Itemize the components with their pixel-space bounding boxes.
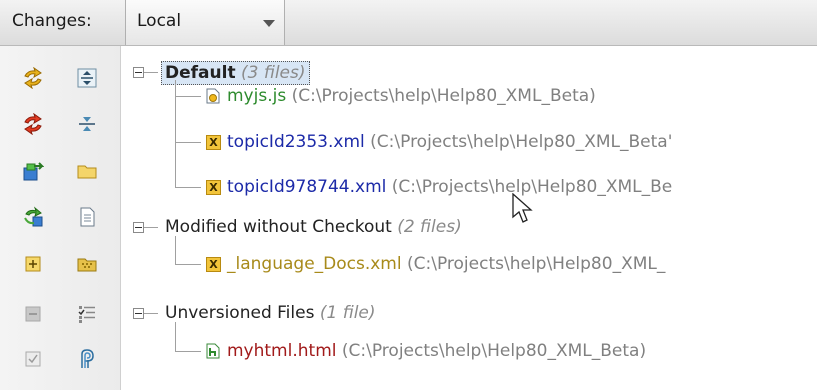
file-name: myhtml.html [227, 341, 337, 361]
file-row[interactable]: topicId978744.xml (C:\Projects\help\Help… [227, 176, 672, 198]
refresh-icon[interactable] [22, 67, 44, 89]
js-file-icon [205, 88, 221, 104]
changelist-unversioned[interactable]: Unversioned Files (1 file) [165, 302, 376, 324]
file-row[interactable]: _language_Docs.xml (C:\Projects\help\Hel… [227, 253, 665, 275]
file-name: myjs.js [227, 86, 287, 106]
mouse-cursor-icon [512, 192, 534, 232]
collapse-toggle-modified[interactable] [133, 222, 144, 233]
file-row[interactable]: myjs.js (C:\Projects\help\Help80_XML_Bet… [227, 85, 596, 107]
file-icon[interactable] [76, 206, 98, 228]
html-file-icon [205, 343, 221, 359]
disabled-icon [22, 303, 44, 325]
expand-icon[interactable] [22, 253, 44, 275]
file-row[interactable]: topicId2353.xml (C:\Projects\help\Help80… [227, 131, 672, 153]
update-icon[interactable] [22, 206, 44, 228]
changes-toolbar [0, 46, 121, 390]
collapse-toggle-unversioned[interactable] [133, 308, 144, 319]
changelist-default-count: (3 files) [240, 63, 306, 83]
changes-header: Changes: Local [0, 0, 817, 46]
file-path: (C:\Projects\help\Help80_XML_ [407, 254, 666, 274]
collapse-all-icon[interactable] [76, 113, 98, 135]
changelist-default-selection: Default (3 files) [161, 61, 310, 85]
changelist-modified-count: (2 files) [397, 217, 462, 237]
file-name: topicId978744.xml [227, 177, 387, 197]
diff-icon[interactable] [76, 303, 98, 325]
history-icon[interactable] [76, 348, 98, 370]
xml-file-icon: X [206, 180, 221, 195]
file-path: (C:\Projects\help\Help80_XML_Beta' [370, 132, 673, 152]
file-row[interactable]: myhtml.html (C:\Projects\help\Help80_XML… [227, 340, 646, 362]
changes-label: Changes: [12, 11, 92, 31]
collapse-toggle-default[interactable] [133, 67, 144, 78]
expand-all-icon[interactable] [76, 67, 98, 89]
changelist-unversioned-count: (1 file) [319, 303, 376, 323]
move-to-changelist-icon[interactable] [22, 160, 44, 182]
folder-icon[interactable] [76, 160, 98, 182]
file-name: _language_Docs.xml [227, 254, 402, 274]
changelist-unversioned-name: Unversioned Files [165, 303, 315, 323]
file-name: topicId2353.xml [227, 132, 365, 152]
chevron-down-icon [263, 20, 275, 27]
xml-file-icon: X [206, 257, 221, 272]
file-path: (C:\Projects\help\Help80_XML_Beta) [341, 341, 647, 361]
changelist-dropdown[interactable]: Local [126, 0, 285, 45]
changelist-modified[interactable]: Modified without Checkout (2 files) [165, 216, 462, 238]
xml-file-icon: X [206, 135, 221, 150]
changelist-default[interactable]: Default (3 files) [161, 61, 310, 85]
file-path: (C:\Projects\help\Help80_XML_Beta) [291, 86, 596, 106]
changelist-modified-name: Modified without Checkout [165, 217, 392, 237]
package-icon[interactable] [76, 253, 98, 275]
changes-tree[interactable]: Default (3 files) myjs.js (C:\Projects\h… [121, 46, 817, 390]
changelist-value: Local [137, 11, 182, 31]
rollback-icon[interactable] [22, 113, 44, 135]
checkbox-icon [22, 348, 44, 370]
